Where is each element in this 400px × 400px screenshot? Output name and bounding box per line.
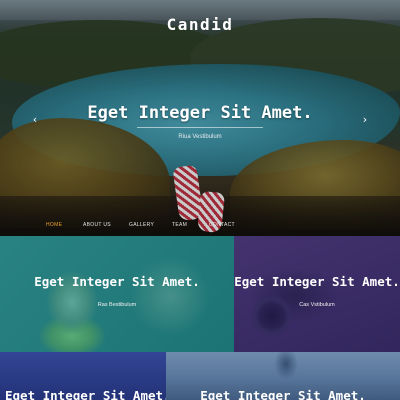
tile-tint	[0, 236, 234, 352]
gallery-tile-2[interactable]: Eget Integer Sit Amet. Cas Vstibulum	[234, 236, 400, 352]
hero-title: Eget Integer Sit Amet.	[87, 103, 313, 123]
nav-item-contact[interactable]: CONTACT	[209, 222, 235, 228]
main-nav: HOME ABOUT US GALLERY TEAM CONTACT	[0, 222, 400, 234]
nav-item-team[interactable]: TEAM	[172, 222, 187, 228]
hero-divider	[137, 127, 263, 128]
nav-item-gallery[interactable]: GALLERY	[129, 222, 154, 228]
tile-subtitle: Ras Bestibulum	[97, 302, 137, 308]
tile-title: Eget Integer Sit Amet.	[234, 274, 400, 289]
tile-tint	[234, 236, 400, 352]
tile-title: Eget Integer Sit Amet.	[200, 388, 366, 400]
hero-slider: Candid ‹ › Eget Integer Sit Amet. Riua V…	[0, 0, 400, 236]
tile-title: Eget Integer Sit Amet.	[5, 388, 166, 400]
nav-item-home[interactable]: HOME	[46, 222, 62, 228]
gallery-tile-4[interactable]: Eget Integer Sit Amet.	[166, 352, 400, 400]
site-logo[interactable]: Candid	[0, 15, 400, 34]
tile-title: Eget Integer Sit Amet.	[34, 274, 200, 289]
tile-subtitle: Cas Vstibulum	[299, 302, 335, 308]
hero-subtitle: Riua Vestibulum	[178, 134, 222, 140]
gallery-tile-1[interactable]: Eget Integer Sit Amet. Ras Bestibulum	[0, 236, 234, 352]
gallery-tile-3[interactable]: Eget Integer Sit Amet.	[0, 352, 166, 400]
nav-item-about-us[interactable]: ABOUT US	[83, 222, 111, 228]
